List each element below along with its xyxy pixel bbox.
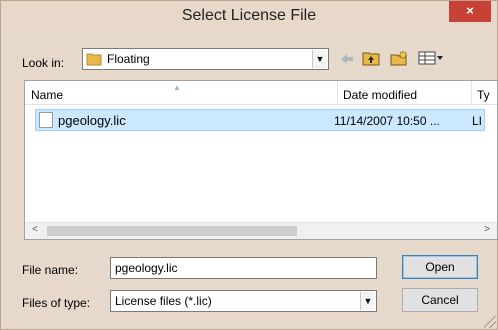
look-in-label: Look in: xyxy=(22,56,65,70)
list-item[interactable]: pgeology.lic 11/14/2007 10:50 ... LI xyxy=(35,109,485,131)
file-type-label: Files of type: xyxy=(22,296,91,310)
column-header-date[interactable]: Date modified xyxy=(343,88,417,102)
column-header-type[interactable]: Ty xyxy=(477,88,490,102)
folder-icon xyxy=(86,53,102,66)
close-button[interactable]: × xyxy=(449,1,491,22)
resize-grip-icon[interactable] xyxy=(484,316,496,328)
scroll-left-icon[interactable]: < xyxy=(27,224,43,235)
cancel-button[interactable]: Cancel xyxy=(402,288,478,312)
file-type: LI xyxy=(472,114,483,128)
view-menu-icon[interactable] xyxy=(416,50,446,70)
back-arrow-icon[interactable] xyxy=(336,50,358,70)
file-name: pgeology.lic xyxy=(58,113,126,128)
open-button[interactable]: Open xyxy=(402,255,478,279)
horizontal-scrollbar[interactable]: < > xyxy=(25,222,497,239)
new-folder-icon[interactable] xyxy=(388,50,410,70)
chevron-down-icon[interactable]: ▼ xyxy=(312,50,327,68)
up-folder-icon[interactable] xyxy=(360,50,382,70)
file-icon xyxy=(39,112,53,128)
scroll-right-icon[interactable]: > xyxy=(479,224,495,235)
window-title: Select License File xyxy=(181,7,317,24)
look-in-value: Floating xyxy=(107,52,150,66)
file-name-input[interactable]: pgeology.lic xyxy=(110,257,377,279)
scrollbar-thumb[interactable] xyxy=(47,226,297,236)
chevron-down-icon[interactable]: ▼ xyxy=(360,292,375,310)
list-header: Name ▲ Date modified Ty xyxy=(25,81,497,105)
title-bar[interactable]: Select License File × xyxy=(1,1,497,31)
column-divider[interactable] xyxy=(337,81,338,105)
column-divider[interactable] xyxy=(471,81,472,105)
file-date: 11/14/2007 10:50 ... xyxy=(334,114,440,128)
file-name-label: File name: xyxy=(22,263,79,277)
column-header-name[interactable]: Name xyxy=(31,88,63,102)
file-type-dropdown[interactable]: License files (*.lic) ▼ xyxy=(110,290,377,312)
sort-ascending-icon: ▲ xyxy=(173,83,181,92)
file-type-value: License files (*.lic) xyxy=(115,294,212,308)
look-in-dropdown[interactable]: Floating ▼ xyxy=(82,48,329,70)
file-list[interactable]: Name ▲ Date modified Ty pgeology.lic 11/… xyxy=(24,80,498,240)
